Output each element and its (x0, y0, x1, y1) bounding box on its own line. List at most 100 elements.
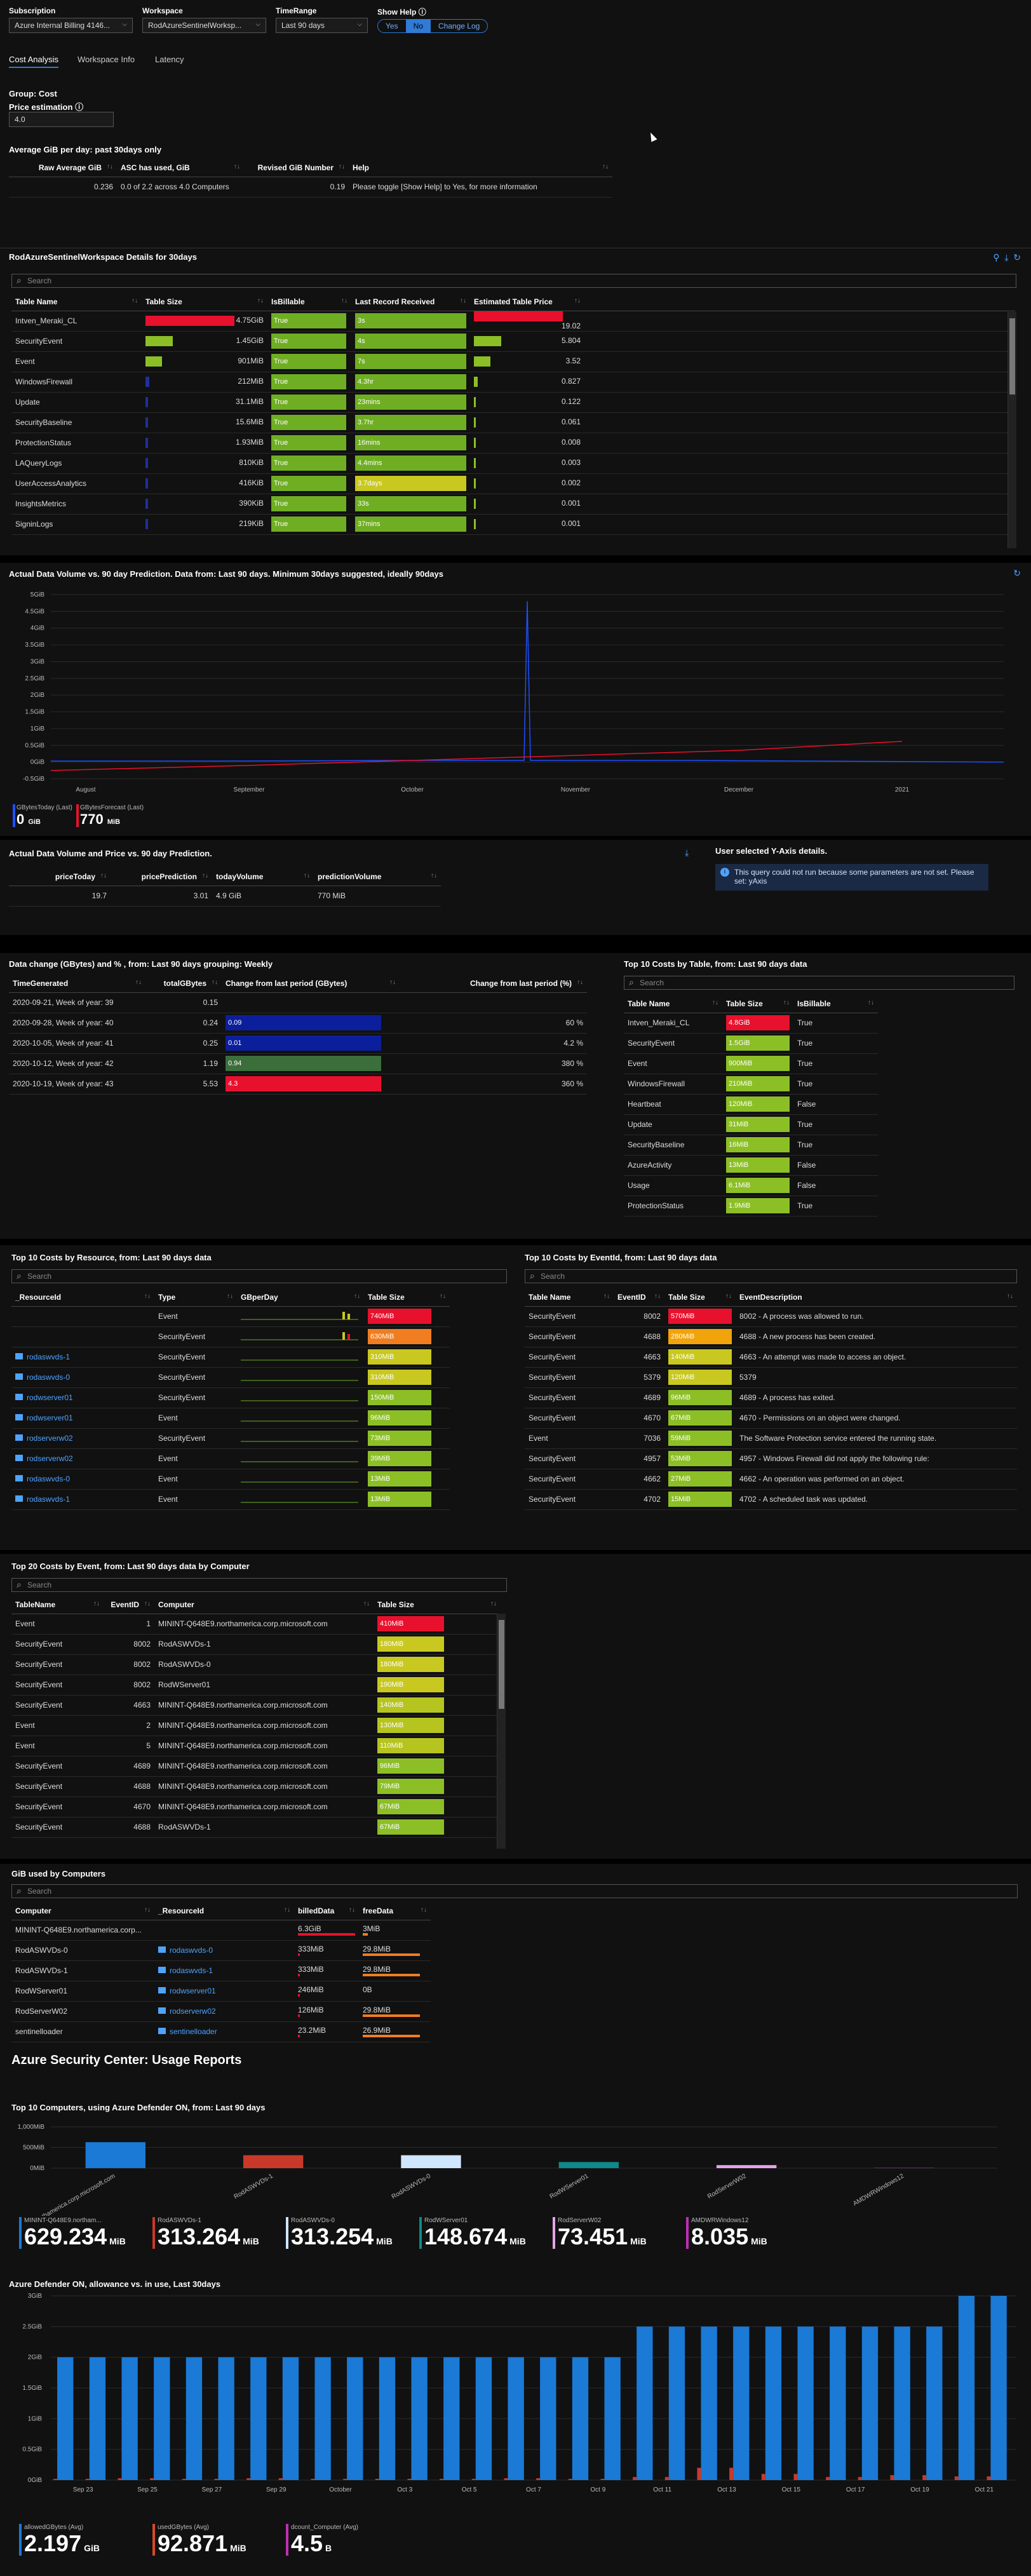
table-row[interactable]: SecurityEvent 8002 RodASWVDs-0 180MiB (11, 1654, 501, 1675)
bar-used[interactable] (53, 2479, 58, 2480)
resource-link[interactable]: rodaswvds-0 (27, 1373, 70, 1382)
bar-used[interactable] (343, 2479, 347, 2480)
bar-allowed[interactable] (701, 2326, 717, 2480)
bar-allowed[interactable] (540, 2357, 556, 2480)
table-row[interactable]: SecurityEvent 8002 RodASWVDs-1 180MiB (11, 1634, 501, 1655)
resource-cell[interactable]: rodaswvds-1 (11, 1347, 154, 1368)
bar-used[interactable] (246, 2478, 251, 2480)
resource-link[interactable]: rodserverw02 (27, 1434, 73, 1443)
bar-used[interactable] (987, 2476, 991, 2480)
timerange-dropdown[interactable]: Last 90 days ⌵ (276, 18, 368, 33)
resource-cell[interactable]: rodwserver01 (154, 1981, 294, 2002)
table-row[interactable]: ProtectionStatus 1.9MiB True (624, 1196, 878, 1217)
table-row[interactable]: Event 901MiB True 7s 3.52 (11, 351, 1015, 372)
table-row[interactable]: 2020-10-12, Week of year: 42 1.19 0.94 380 … (9, 1053, 587, 1074)
details-scrollbar[interactable] (1007, 312, 1016, 548)
tab-workspace-info[interactable]: Workspace Info (77, 55, 135, 64)
workspace-dropdown[interactable]: RodAzureSentinelWorksp... ⌵ (142, 18, 266, 33)
table-row[interactable]: SecurityEvent 4663 MININT-Q648E9.northamer… (11, 1695, 501, 1716)
table-row[interactable]: SecurityEvent 4689 MININT-Q648E9.northamer… (11, 1756, 501, 1777)
bar-allowed[interactable] (250, 2357, 267, 2480)
bar-allowed[interactable] (861, 2326, 879, 2480)
table-row[interactable]: SecurityEvent 5379 120MiB 5379 (525, 1367, 1017, 1388)
col-header[interactable]: Computer ↑↓ (11, 1902, 154, 1920)
table-row[interactable]: MININT-Q648E9.northamerica.corp... 6.3GiB… (11, 1920, 431, 1941)
col-header[interactable]: Table Size ↑↓ (364, 1288, 450, 1307)
bar-allowed[interactable] (572, 2357, 589, 2480)
top20-search-input[interactable]: Search (11, 1578, 507, 1592)
col-header[interactable]: Table Name ↑↓ (525, 1288, 614, 1307)
bar-allowed[interactable] (508, 2357, 524, 2480)
table-row[interactable]: LAQueryLogs 810KiB True 4.4mins 0.003 (11, 453, 1015, 474)
table-row[interactable]: Event 2 MININT-Q648E9.northamerica.corp.mi… (11, 1715, 501, 1736)
bar-allowed[interactable] (121, 2357, 138, 2480)
col-header[interactable]: totalGBytes ↑↓ (145, 974, 222, 993)
top10table-search-input[interactable]: Search (624, 976, 1014, 990)
col-header[interactable]: predictionVolume ↑↓ (314, 868, 441, 886)
col-header[interactable]: EventID ↑↓ (614, 1288, 664, 1307)
bar-used[interactable] (407, 2479, 412, 2480)
bar-used[interactable] (375, 2479, 379, 2480)
col-header[interactable]: EventID ↑↓ (104, 1596, 154, 1614)
bar-used[interactable] (600, 2479, 605, 2480)
table-row[interactable]: rodserverw02 SecurityEvent 73MiB (11, 1428, 450, 1449)
col-header[interactable]: Table Size ↑↓ (664, 1288, 736, 1307)
col-header[interactable]: _ResourceId ↑↓ (11, 1288, 154, 1307)
download-icon[interactable]: ⤓ (1004, 252, 1008, 262)
details-search-input[interactable]: Search (11, 274, 1016, 288)
table-row[interactable]: SecurityBaseline 15.6MiB True 3.7hr 0.061 (11, 412, 1015, 433)
refresh-icon[interactable]: ↻ (1013, 568, 1021, 579)
table-row[interactable]: rodserverw02 Event 39MiB (11, 1448, 450, 1469)
table-row[interactable]: rodaswvds-1 Event 13MiB (11, 1489, 450, 1510)
download-icon[interactable]: ⤓ (685, 847, 689, 858)
col-header[interactable]: Change from last period (GBytes) ↑↓ (222, 974, 400, 993)
table-row[interactable]: Event 5 MININT-Q648E9.northamerica.corp.mi… (11, 1736, 501, 1757)
col-header[interactable]: Table Size ↑↓ (722, 995, 793, 1013)
tab-cost-analysis[interactable]: Cost Analysis (9, 55, 59, 68)
bar-used[interactable] (536, 2478, 541, 2480)
bar-used[interactable] (278, 2478, 283, 2480)
top10res-search-input[interactable]: Search (11, 1269, 507, 1283)
refresh-icon[interactable]: ↻ (1013, 252, 1021, 262)
bar-used[interactable] (858, 2477, 862, 2480)
table-row[interactable]: 2020-09-21, Week of year: 39 0.15 (9, 992, 587, 1013)
bar-allowed[interactable] (379, 2357, 396, 2480)
bar-used[interactable] (729, 2467, 734, 2480)
table-row[interactable]: Event 900MiB True (624, 1053, 878, 1074)
bar-allowed[interactable] (894, 2326, 910, 2480)
col-header[interactable]: Revised GiB Number ↑↓ (244, 159, 349, 177)
bar-used[interactable] (890, 2475, 894, 2480)
table-row[interactable]: Heartbeat 120MiB False (624, 1094, 878, 1115)
bar-allowed[interactable] (443, 2357, 460, 2480)
table-row[interactable]: 2020-09-28, Week of year: 40 0.24 0.09 60 % (9, 1013, 587, 1034)
table-row[interactable]: InsightsMetrics 390KiB True 33s 0.001 (11, 494, 1015, 515)
resource-cell[interactable]: rodaswvds-0 (154, 1940, 294, 1961)
resource-cell[interactable]: rodaswvds-1 (11, 1489, 154, 1510)
bar-used[interactable] (504, 2478, 508, 2480)
resource-cell[interactable]: rodserverw02 (11, 1428, 154, 1449)
showhelp-toggle[interactable]: Yes No Change Log (377, 19, 489, 33)
bar-used[interactable] (922, 2475, 927, 2480)
table-row[interactable]: SecurityEvent 4702 15MiB 4702 - A scheduled… (525, 1489, 1017, 1510)
computers-search-input[interactable]: Search (11, 1884, 1018, 1898)
table-row[interactable]: SecurityEvent 630MiB (11, 1326, 450, 1347)
table-row[interactable]: RodASWVDs-1 rodaswvds-1 333MiB 29.8MiB (11, 1960, 431, 1981)
resource-cell[interactable]: rodaswvds-0 (11, 1469, 154, 1490)
resource-link[interactable]: rodwserver01 (27, 1413, 73, 1422)
bar-used[interactable] (954, 2476, 959, 2480)
bar-used[interactable] (182, 2479, 186, 2480)
table-row[interactable]: rodwserver01 SecurityEvent 150MiB (11, 1387, 450, 1408)
resource-link[interactable]: rodaswvds-1 (27, 1352, 70, 1361)
bar[interactable] (558, 2162, 619, 2168)
col-header[interactable]: Table Name ↑↓ (11, 293, 142, 311)
table-row[interactable]: SecurityEvent 4688 280MiB 4688 - A new proc… (525, 1326, 1017, 1347)
bar-allowed[interactable] (282, 2357, 299, 2480)
bar-used[interactable] (150, 2478, 154, 2480)
table-row[interactable]: SecurityEvent 4663 140MiB 4663 - An attempt… (525, 1347, 1017, 1368)
col-header[interactable]: pricePrediction ↑↓ (111, 868, 212, 886)
top20-scrollbar[interactable] (497, 1614, 506, 1849)
table-row[interactable]: SecurityEvent 4662 27MiB 4662 - An operatio… (525, 1469, 1017, 1490)
bar-used[interactable] (471, 2479, 476, 2480)
table-row[interactable]: WindowsFirewall 210MiB True (624, 1074, 878, 1095)
bar-allowed[interactable] (89, 2357, 106, 2480)
